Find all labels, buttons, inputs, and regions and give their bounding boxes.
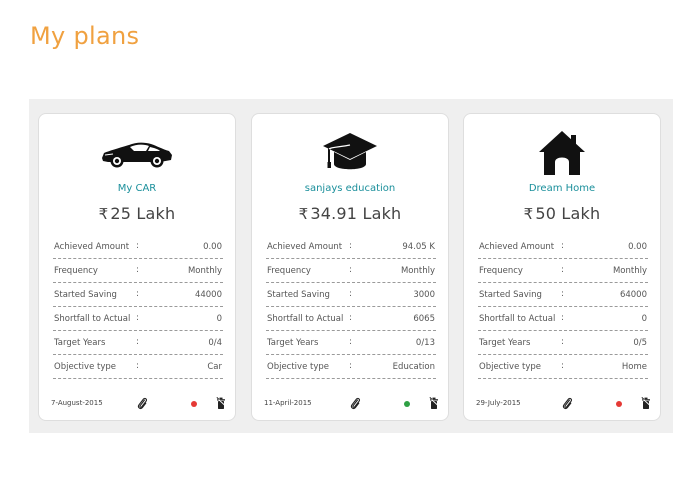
rupee-icon: ₹: [523, 205, 534, 223]
detail-row-shortfall: Shortfall to Actual:0: [53, 307, 223, 331]
plan-date: 11-April-2015: [264, 399, 312, 407]
graduation-cap-icon: [252, 128, 448, 178]
paperclip-icon[interactable]: [350, 397, 361, 412]
plan-details: Achieved Amount:0.00 Frequency: Monthly S…: [53, 235, 223, 379]
plan-date: 7-August-2015: [51, 399, 103, 407]
delete-icon[interactable]: [216, 397, 226, 412]
detail-row-started-saving: Started Saving:3000: [266, 283, 436, 307]
detail-row-started-saving: Started Saving:64000: [478, 283, 648, 307]
detail-row-started-saving: Started Saving:44000: [53, 283, 223, 307]
detail-row-frequency: Frequency: Monthly: [53, 259, 223, 283]
plan-details: Achieved Amount:94.05 K Frequency: Monthl…: [266, 235, 436, 379]
delete-icon[interactable]: [429, 397, 439, 412]
paperclip-icon[interactable]: [137, 397, 148, 412]
detail-row-frequency: Frequency: Monthly: [478, 259, 648, 283]
plan-card-car[interactable]: My CAR ₹25 Lakh Achieved Amount:0.00 Fre…: [38, 113, 236, 421]
car-icon: [39, 128, 235, 178]
plan-target-amount: ₹50 Lakh: [523, 204, 601, 223]
plan-card-home[interactable]: Dream Home ₹50 Lakh Achieved Amount:0.00…: [463, 113, 661, 421]
status-dot: [191, 401, 197, 407]
status-dot: [616, 401, 622, 407]
delete-icon[interactable]: [641, 397, 651, 412]
rupee-icon: ₹: [98, 205, 109, 223]
detail-row-achieved-amount: Achieved Amount:94.05 K: [266, 235, 436, 259]
detail-row-achieved-amount: Achieved Amount:0.00: [478, 235, 648, 259]
plan-footer: 11-April-2015: [264, 397, 439, 412]
plan-target-amount: ₹34.91 Lakh: [298, 204, 402, 223]
page-title: My plans: [30, 22, 140, 50]
rupee-icon: ₹: [298, 205, 309, 223]
detail-row-target-years: Target Years:0/4: [53, 331, 223, 355]
detail-row-objective-type: Objective type: Education: [266, 355, 436, 379]
detail-row-frequency: Frequency: Monthly: [266, 259, 436, 283]
detail-row-target-years: Target Years:0/13: [266, 331, 436, 355]
plan-footer: 7-August-2015: [51, 397, 226, 412]
house-icon: [464, 128, 660, 178]
paperclip-icon[interactable]: [562, 397, 573, 412]
plan-name[interactable]: Dream Home: [464, 183, 660, 194]
plan-footer: 29-July-2015: [476, 397, 651, 412]
detail-row-shortfall: Shortfall to Actual:6065: [266, 307, 436, 331]
plan-date: 29-July-2015: [476, 399, 521, 407]
plan-name[interactable]: sanjays education: [252, 183, 448, 194]
detail-row-shortfall: Shortfall to Actual:0: [478, 307, 648, 331]
plan-card-education[interactable]: sanjays education ₹34.91 Lakh Achieved A…: [251, 113, 449, 421]
detail-row-achieved-amount: Achieved Amount:0.00: [53, 235, 223, 259]
detail-row-objective-type: Objective type: Home: [478, 355, 648, 379]
status-dot: [404, 401, 410, 407]
detail-row-objective-type: Objective type: Car: [53, 355, 223, 379]
plan-name[interactable]: My CAR: [39, 183, 235, 194]
detail-row-target-years: Target Years:0/5: [478, 331, 648, 355]
plan-details: Achieved Amount:0.00 Frequency: Monthly S…: [478, 235, 648, 379]
plan-target-amount: ₹25 Lakh: [98, 204, 176, 223]
plans-panel: My CAR ₹25 Lakh Achieved Amount:0.00 Fre…: [29, 99, 673, 433]
